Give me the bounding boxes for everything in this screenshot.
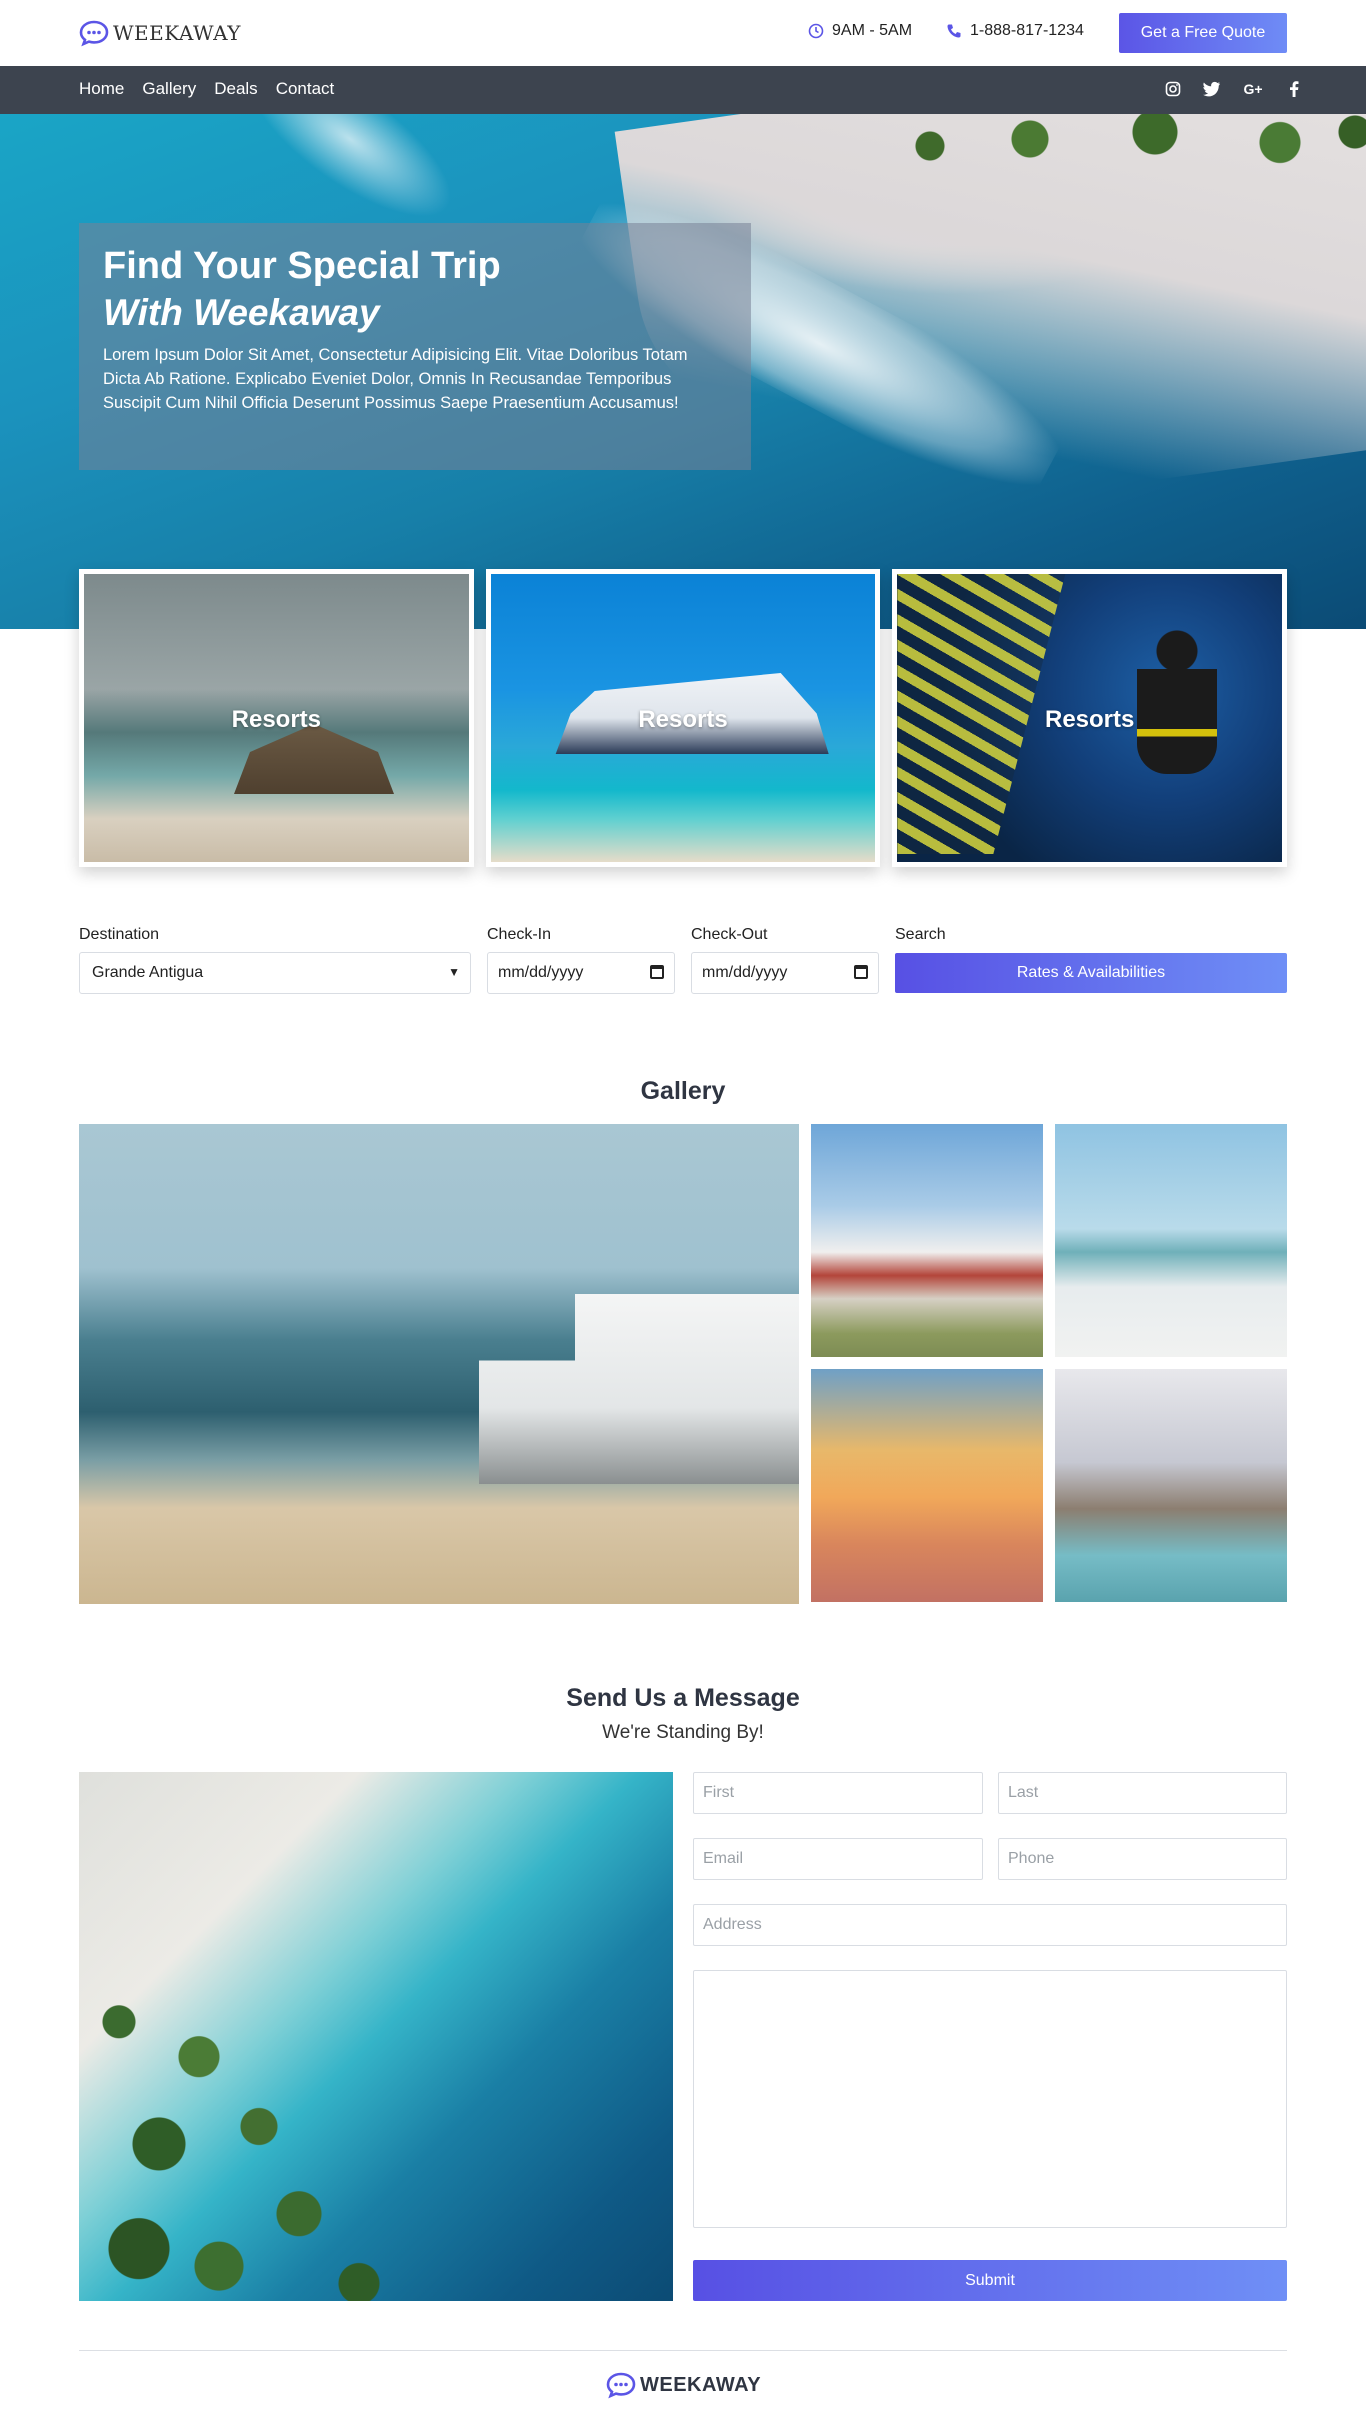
gallery-image-cruise-sunset[interactable] [811,1369,1043,1602]
brand-logo[interactable]: WEEKAWAY [79,19,241,47]
hero-description: Lorem Ipsum Dolor Sit Amet, Consectetur … [103,346,688,412]
footer-divider [79,2350,1287,2351]
instagram-icon[interactable] [1163,79,1183,99]
contact-aerial-beach-image [79,1772,673,2301]
last-name-input[interactable]: Last [998,1772,1287,1814]
business-hours: 9AM - 5AM [808,22,912,40]
nav-contact[interactable]: Contact [276,79,335,99]
checkout-date-input[interactable]: mm/dd/yyyy [691,952,879,994]
clock-icon [808,23,824,39]
gallery-grid [79,1124,1287,1604]
checkout-label: Check-Out [691,926,768,943]
phone-icon [947,24,961,38]
phone-number[interactable]: 1-888-817-1234 [970,22,1084,40]
chevron-down-icon: ▼ [448,965,460,979]
chat-bubble-icon [79,20,109,47]
destination-select[interactable]: Grande Antigua ▼ [79,952,471,994]
destination-label: Destination [79,926,160,943]
hero-palms-image [880,114,1366,174]
brand-name: WEEKAWAY [113,21,241,45]
contact-subtitle: We're Standing By! [602,1722,764,1743]
booking-search-form: Destination Grande Antigua ▼ Check-In mm… [79,926,1287,996]
facebook-icon[interactable] [1284,79,1304,99]
palm-trees-shape [79,1952,479,2301]
phone-contact[interactable]: 1-888-817-1234 [946,22,1084,40]
search-label: Search [895,926,946,943]
category-card-diving[interactable]: Resorts [892,569,1288,867]
card-label: Resorts [231,706,322,733]
gallery-image-pool[interactable] [1055,1369,1287,1602]
hero-text-card: Find Your Special Trip With Weekaway Lor… [79,223,751,470]
gallery-image-villa[interactable] [811,1124,1043,1357]
calendar-icon[interactable] [650,965,664,979]
address-input[interactable]: Address [693,1904,1287,1946]
category-card-resort[interactable]: Resorts [79,569,474,867]
social-links: G+ [1163,79,1304,99]
last-name-placeholder: Last [1008,1784,1039,1801]
gallery-title: Gallery [640,1077,726,1105]
nav-links: Home Gallery Deals Contact [79,79,334,99]
phone-placeholder: Phone [1008,1850,1055,1867]
gallery-image-beach-house[interactable] [79,1124,799,1604]
hero-subtitle: With Weekaway [103,292,380,333]
email-placeholder: Email [703,1850,744,1867]
category-card-cruise[interactable]: Resorts [485,569,881,867]
rates-availabilities-button[interactable]: Rates & Availabilities [895,953,1287,993]
address-placeholder: Address [703,1916,762,1933]
first-name-placeholder: First [703,1784,735,1801]
contact-title: Send Us a Message [566,1684,800,1712]
email-input[interactable]: Email [693,1838,983,1880]
nav-home[interactable]: Home [79,79,124,99]
checkin-label: Check-In [487,926,552,943]
footer-logo[interactable]: WEEKAWAY [606,2371,761,2399]
message-textarea[interactable] [693,1970,1287,2228]
top-header: WEEKAWAY 9AM - 5AM 1-888-817-1234 Get a … [0,0,1366,66]
category-cards: Resorts Resorts Resorts [79,569,1288,867]
hours-text: 9AM - 5AM [832,22,913,39]
google-plus-icon[interactable]: G+ [1241,79,1265,99]
hero-title: Find Your Special Trip [103,245,501,287]
get-quote-button[interactable]: Get a Free Quote [1119,13,1287,53]
first-name-input[interactable]: First [693,1772,983,1814]
card-label: Resorts [638,706,728,733]
resort-hut-image [234,724,394,794]
nav-gallery[interactable]: Gallery [142,79,196,99]
main-navbar: Home Gallery Deals Contact G+ [0,66,1366,114]
phone-input[interactable]: Phone [998,1838,1287,1880]
chat-bubble-icon [606,2372,636,2399]
checkin-value: mm/dd/yyyy [498,964,584,981]
card-label: Resorts [1044,706,1135,733]
checkin-date-input[interactable]: mm/dd/yyyy [487,952,675,994]
checkout-value: mm/dd/yyyy [702,964,788,981]
diver-image [1137,624,1218,774]
destination-value: Grande Antigua [92,964,204,981]
gallery-image-palm-beach[interactable] [1055,1124,1287,1357]
hero-banner: Find Your Special Trip With Weekaway Lor… [0,114,1366,629]
beach-house-shape [479,1294,799,1484]
submit-button[interactable]: Submit [693,2260,1287,2301]
twitter-icon[interactable] [1202,79,1222,99]
calendar-icon[interactable] [854,965,868,979]
nav-deals[interactable]: Deals [214,79,257,99]
footer-brand-name: WEEKAWAY [640,2373,762,2396]
